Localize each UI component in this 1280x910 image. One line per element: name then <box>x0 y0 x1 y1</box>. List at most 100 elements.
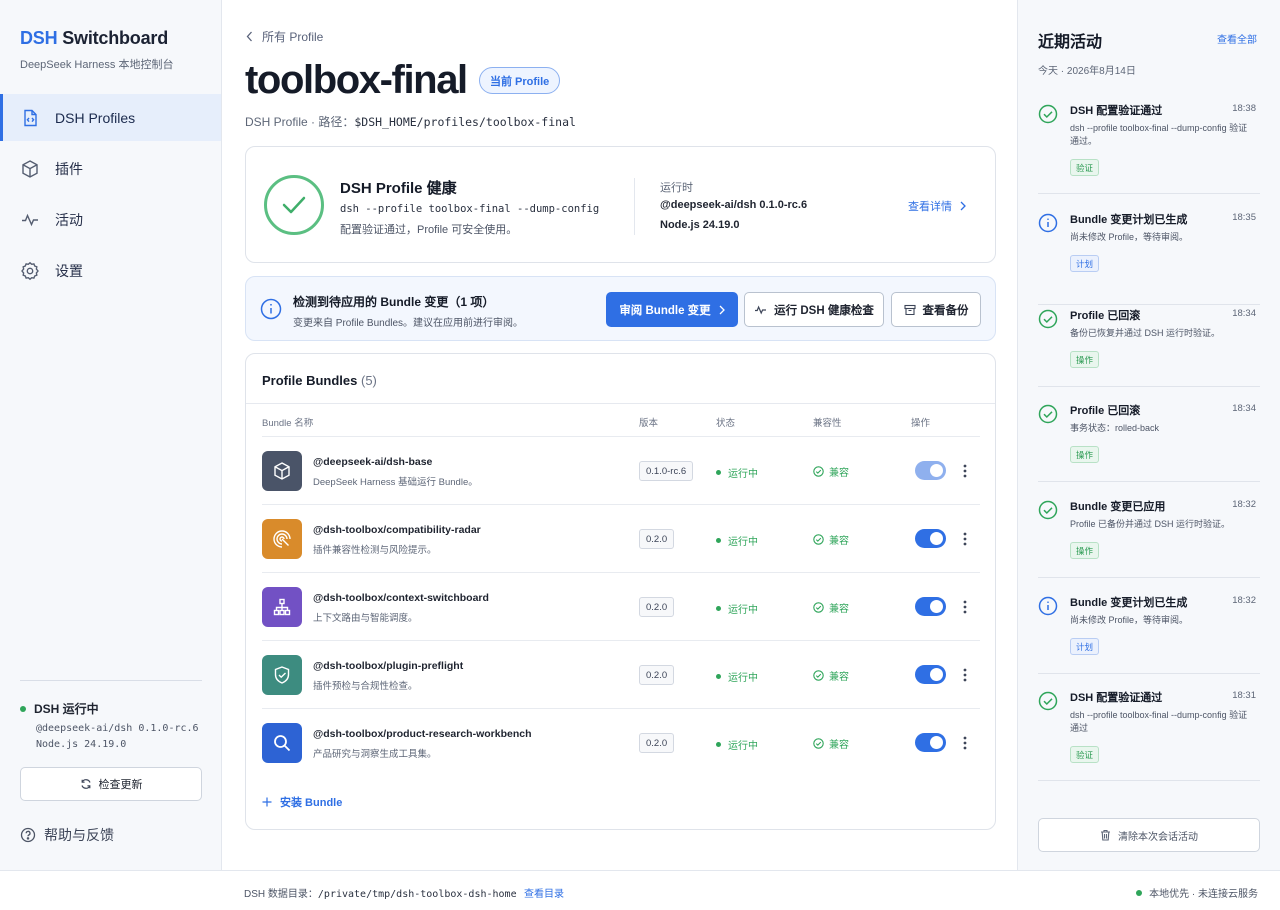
bundle-name: @dsh-toolbox/plugin-preflight <box>313 660 464 672</box>
status-badge: 运行中 <box>716 737 758 752</box>
more-options-icon[interactable] <box>960 461 970 481</box>
activity-desc: Profile 已备份并通过 DSH 运行时验证。 <box>1070 519 1231 529</box>
activity-time: 18:32 <box>1232 595 1256 606</box>
activity-desc: 尚未修改 Profile，等待审阅。 <box>1070 615 1189 625</box>
divider <box>20 680 202 681</box>
activity-time: 18:34 <box>1232 403 1256 414</box>
activity-tag: 计划 <box>1070 638 1100 655</box>
bundle-toggle[interactable] <box>915 733 946 752</box>
column-header-status: 状态 <box>716 418 736 429</box>
health-desc: 配置验证通过，Profile 可安全使用。 <box>340 224 518 236</box>
view-backup-button[interactable]: 查看备份 <box>891 292 981 327</box>
trash-icon <box>1101 829 1110 841</box>
check-circle-icon <box>1038 404 1058 424</box>
bundle-desc: DeepSeek Harness 基础运行 Bundle。 <box>313 477 478 488</box>
compat-badge: 兼容 <box>813 532 849 547</box>
status-dot <box>20 705 26 712</box>
bundle-desc: 插件预检与合规性检查。 <box>313 681 418 692</box>
info-icon <box>1038 213 1058 233</box>
activity-time: 18:34 <box>1232 308 1256 319</box>
version-badge: 0.2.0 <box>639 665 675 685</box>
health-title: DSH Profile 健康 <box>340 180 457 197</box>
chevron-left-icon <box>246 31 252 42</box>
sidebar-nav: DSH Profiles 插件 活动 设置 <box>0 94 221 298</box>
activity-item[interactable]: Bundle 变更计划已生成 18:35 尚未修改 Profile，等待审阅。 … <box>1038 211 1260 305</box>
pending-changes-notice: 检测到待应用的 Bundle 变更（1 项） 变更来自 Profile Bund… <box>245 276 996 341</box>
view-all-link[interactable]: 查看全部 <box>1217 31 1257 46</box>
activity-title: Bundle 变更计划已生成 <box>1070 597 1188 609</box>
table-row: @deepseek-ai/dsh-base DeepSeek Harness 基… <box>262 436 980 504</box>
help-feedback-link[interactable]: 帮助与反馈 <box>20 825 114 845</box>
chevron-right-icon <box>719 305 725 314</box>
sidebar-item-label: 插件 <box>55 160 83 177</box>
install-bundle-button[interactable]: 安装 Bundle <box>262 794 342 810</box>
sidebar-item-plugins[interactable]: 插件 <box>0 145 221 192</box>
bundle-name: @dsh-toolbox/product-research-workbench <box>313 728 532 740</box>
table-row: @dsh-toolbox/compatibility-radar 插件兼容性检测… <box>262 504 980 572</box>
activity-time: 18:38 <box>1232 103 1256 114</box>
bundle-toggle[interactable] <box>915 529 946 548</box>
check-circle-icon <box>1038 500 1058 520</box>
view-directory-link[interactable]: 查看目录 <box>524 885 564 900</box>
sidebar-item-settings[interactable]: 设置 <box>0 247 221 294</box>
clear-session-activity-button[interactable]: 清除本次会话活动 <box>1038 818 1260 852</box>
archive-icon <box>903 304 916 315</box>
back-to-profiles-link[interactable]: 所有 Profile <box>246 28 323 45</box>
activity-item[interactable]: Profile 已回滚 18:34 事务状态：rolled-back 操作 <box>1038 402 1260 482</box>
activity-desc: 备份已恢复并通过 DSH 运行时验证。 <box>1070 328 1221 338</box>
activity-icon <box>20 210 40 230</box>
activity-tag: 计划 <box>1070 255 1100 272</box>
runtime-version: @deepseek-ai/dsh 0.1.0-rc.6 <box>36 723 199 734</box>
activity-tag: 操作 <box>1070 542 1100 559</box>
health-card: DSH Profile 健康 dsh --profile toolbox-fin… <box>245 146 996 263</box>
divider <box>246 403 995 404</box>
health-command: dsh --profile toolbox-final --dump-confi… <box>340 203 600 215</box>
sidebar-item-label: 设置 <box>55 262 83 279</box>
notice-desc: 变更来自 Profile Bundles。建议在应用前进行审阅。 <box>293 318 524 329</box>
bundle-toggle[interactable] <box>915 461 946 480</box>
bundle-desc: 产品研究与洞察生成工具集。 <box>313 749 437 760</box>
activity-date: 今天 · 2026年8月14日 <box>1038 66 1136 77</box>
activity-item[interactable]: Bundle 变更已应用 18:32 Profile 已备份并通过 DSH 运行… <box>1038 498 1260 578</box>
plus-icon <box>262 797 272 807</box>
profile-path: DSH Profile · 路径：$DSH_HOME/profiles/tool… <box>245 115 576 129</box>
cube-icon <box>262 451 302 491</box>
activity-item[interactable]: DSH 配置验证通过 18:38 dsh --profile toolbox-f… <box>1038 102 1260 194</box>
bundle-name: @dsh-toolbox/context-switchboard <box>313 592 489 604</box>
bundle-name: @dsh-toolbox/compatibility-radar <box>313 524 481 536</box>
sidebar-item-profiles[interactable]: DSH Profiles <box>0 94 221 141</box>
notice-title: 检测到待应用的 Bundle 变更（1 项） <box>293 295 495 309</box>
page-title: toolbox-final <box>245 58 468 102</box>
cube-icon <box>20 159 40 179</box>
column-header-name: Bundle 名称 <box>262 418 314 429</box>
activity-time: 18:35 <box>1232 212 1256 223</box>
activity-title: Profile 已回滚 <box>1070 405 1141 417</box>
column-header-actions: 操作 <box>911 418 931 429</box>
view-details-link[interactable]: 查看详情 <box>908 198 966 214</box>
more-options-icon[interactable] <box>960 665 970 685</box>
more-options-icon[interactable] <box>960 597 970 617</box>
runtime-node: Node.js 24.19.0 <box>660 219 740 231</box>
runtime-status: DSH 运行中 <box>20 700 99 717</box>
review-bundle-changes-button[interactable]: 审阅 Bundle 变更 <box>606 292 738 327</box>
sidebar-item-label: DSH Profiles <box>55 109 136 126</box>
activity-item[interactable]: Profile 已回滚 18:34 备份已恢复并通过 DSH 运行时验证。 操作 <box>1038 307 1260 387</box>
version-badge: 0.2.0 <box>639 597 675 617</box>
status-badge: 运行中 <box>716 533 758 548</box>
more-options-icon[interactable] <box>960 529 970 549</box>
activity-item[interactable]: Bundle 变更计划已生成 18:32 尚未修改 Profile，等待审阅。 … <box>1038 594 1260 674</box>
column-header-version: 版本 <box>639 418 659 429</box>
shield-check-icon <box>262 655 302 695</box>
run-health-check-button[interactable]: 运行 DSH 健康检查 <box>744 292 884 327</box>
bundle-toggle[interactable] <box>915 597 946 616</box>
more-options-icon[interactable] <box>960 733 970 753</box>
check-circle-icon <box>264 175 324 235</box>
check-update-button[interactable]: 检查更新 <box>20 767 202 801</box>
activity-title: Profile 已回滚 <box>1070 310 1141 322</box>
activity-item[interactable]: DSH 配置验证通过 18:31 dsh --profile toolbox-f… <box>1038 689 1260 781</box>
radar-icon <box>262 519 302 559</box>
compat-badge: 兼容 <box>813 736 849 751</box>
help-icon <box>20 827 36 843</box>
sidebar-item-activity[interactable]: 活动 <box>0 196 221 243</box>
bundle-toggle[interactable] <box>915 665 946 684</box>
